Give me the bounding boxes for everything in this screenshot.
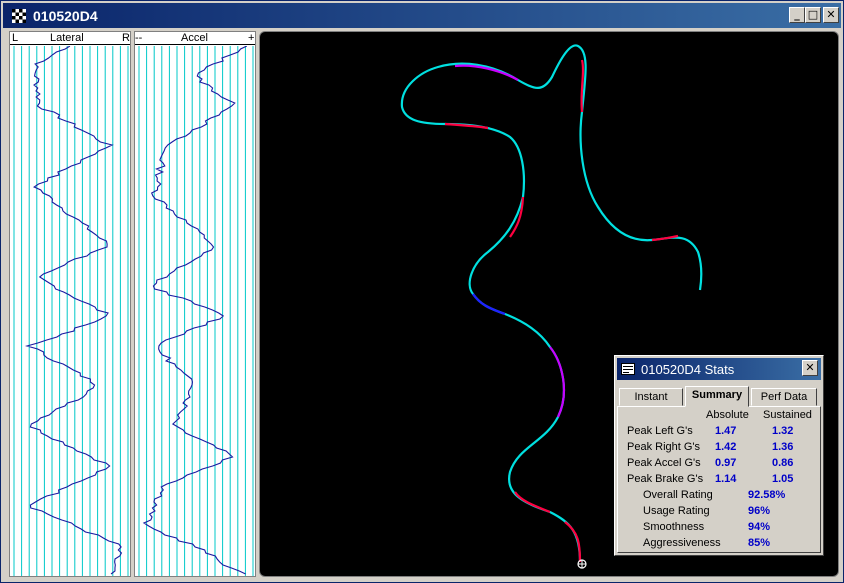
peak-right-label: Peak Right G's	[627, 441, 701, 453]
aggressiveness-value: 85%	[748, 537, 771, 549]
client-area: L Lateral R -- Accel + 010520D4 Stats ✕ …	[3, 30, 841, 580]
accel-header: -- Accel +	[135, 32, 255, 45]
checkered-flag-icon	[12, 8, 26, 23]
overall-rating-value: 92.58%	[748, 489, 786, 501]
peak-left-absolute: 1.47	[715, 425, 737, 437]
accel-left-label: --	[135, 32, 143, 44]
peak-right-absolute: 1.42	[715, 441, 737, 453]
usage-rating-value: 96%	[748, 505, 771, 517]
close-button[interactable]: ✕	[823, 7, 839, 23]
sustained-header: Sustained	[763, 409, 812, 421]
track-segment-warm	[549, 346, 566, 418]
window-title: 010520D4	[33, 7, 98, 24]
track-segment-hot	[564, 521, 582, 563]
lateral-right-label: R	[122, 32, 130, 44]
stats-tabs: Instant Summary Perf Data	[617, 386, 821, 407]
peak-right-sustained: 1.36	[772, 441, 794, 453]
g-trace-line	[142, 46, 248, 575]
peak-left-label: Peak Left G's	[627, 425, 693, 437]
smoothness-label: Smoothness	[643, 521, 705, 533]
lateral-header: L Lateral R	[10, 32, 130, 45]
accel-strip: -- Accel +	[134, 31, 256, 577]
tab-summary[interactable]: Summary	[685, 386, 749, 407]
stats-title: 010520D4 Stats	[641, 361, 735, 377]
peak-accel-absolute: 0.97	[715, 457, 737, 469]
tab-instant[interactable]: Instant	[619, 388, 683, 406]
title-bar[interactable]: 010520D4 _ □ ✕	[3, 3, 841, 28]
stats-dialog: 010520D4 Stats ✕ Instant Summary Perf Da…	[614, 355, 824, 556]
peak-accel-label: Peak Accel G's	[627, 457, 701, 469]
minimize-button[interactable]: _	[789, 7, 805, 23]
lateral-strip: L Lateral R	[9, 31, 131, 577]
overall-rating-label: Overall Rating	[643, 489, 713, 501]
tab-perf-data[interactable]: Perf Data	[751, 388, 817, 406]
usage-rating-label: Usage Rating	[643, 505, 710, 517]
peak-accel-sustained: 0.86	[772, 457, 794, 469]
accel-title: Accel	[181, 32, 208, 44]
lateral-trace-plot	[13, 46, 129, 576]
peak-brake-label: Peak Brake G's	[627, 473, 704, 485]
peak-left-sustained: 1.32	[772, 425, 794, 437]
accel-right-label: +	[248, 32, 255, 44]
summary-panel: Absolute Sustained Peak Left G's 1.47 1.…	[617, 406, 821, 553]
lateral-left-label: L	[12, 32, 19, 44]
main-window: 010520D4 _ □ ✕ L Lateral R -- Accel + 01…	[0, 0, 844, 583]
absolute-header: Absolute	[706, 409, 749, 421]
smoothness-value: 94%	[748, 521, 771, 533]
stats-title-bar[interactable]: 010520D4 Stats ✕	[617, 358, 821, 380]
g-trace-line	[24, 46, 123, 575]
peak-brake-sustained: 1.05	[772, 473, 794, 485]
aggressiveness-label: Aggressiveness	[643, 537, 721, 549]
peak-brake-absolute: 1.14	[715, 473, 737, 485]
stats-window-icon	[621, 363, 635, 375]
accel-trace-plot	[138, 46, 254, 576]
lateral-title: Lateral	[50, 32, 84, 44]
track-segment-hot	[514, 491, 551, 514]
track-segment-mid	[472, 293, 506, 316]
maximize-button[interactable]: □	[805, 7, 821, 23]
stats-close-button[interactable]: ✕	[802, 360, 818, 376]
track-segment-warm	[454, 64, 519, 81]
